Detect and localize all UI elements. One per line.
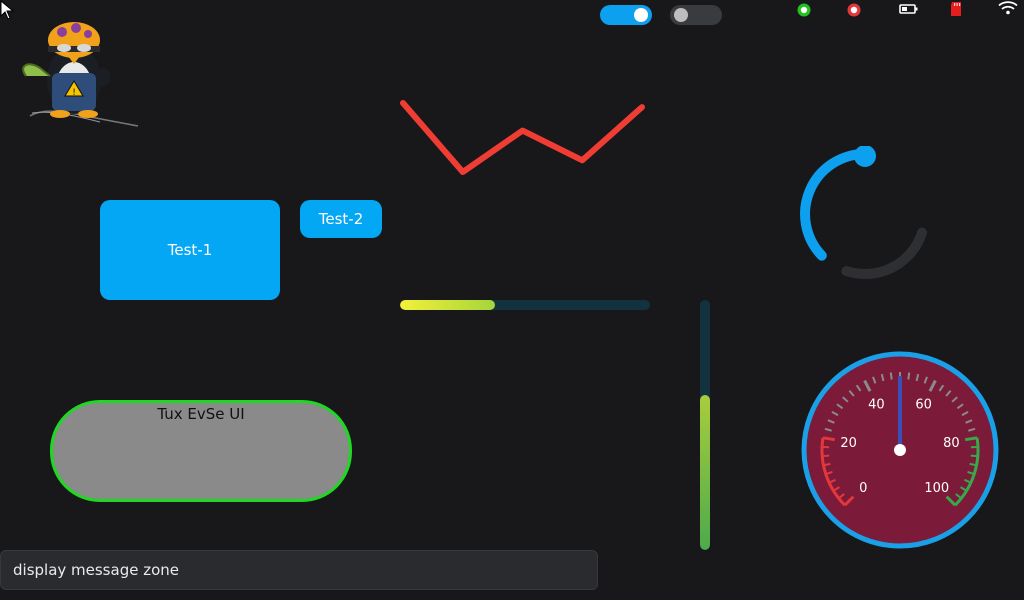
toggle-switch-on[interactable] — [600, 5, 652, 25]
test-2-button[interactable]: Test-2 — [300, 200, 382, 238]
gauge-major-tick — [964, 436, 978, 442]
gauge-tick-label: 0 — [859, 481, 867, 496]
line-chart — [400, 100, 645, 175]
line-series — [400, 100, 645, 175]
gauge-tick-label: 80 — [943, 436, 960, 451]
gauge-minor-tick — [907, 372, 911, 380]
gauge-tick-label: 20 — [840, 436, 857, 451]
gauge-major-tick — [822, 436, 836, 442]
red-led-icon — [847, 3, 861, 17]
message-text: display message zone — [13, 561, 179, 579]
tux-penguin-logo: ! — [22, 22, 139, 127]
arc-progress[interactable] — [797, 146, 933, 282]
speed-gauge: 0 20 40 60 80 100 — [801, 351, 999, 549]
gauge-tick-label: 60 — [915, 398, 932, 413]
toggle-knob — [674, 8, 688, 22]
vertical-progress-bar — [700, 300, 710, 550]
sd-card-icon — [951, 2, 961, 16]
test-1-button[interactable]: Test-1 — [100, 200, 280, 300]
toggle-knob — [634, 8, 648, 22]
battery-icon — [899, 4, 918, 14]
svg-text:!: ! — [72, 88, 76, 98]
wifi-icon — [998, 1, 1018, 15]
gauge-minor-tick — [889, 372, 893, 380]
horizontal-progress-bar — [400, 300, 650, 310]
green-led-icon — [797, 3, 811, 17]
gauge-tick-label: 40 — [868, 398, 885, 413]
test-2-button-label: Test-2 — [318, 210, 364, 228]
arc-knob[interactable] — [854, 146, 876, 167]
gauge-tick-label: 100 — [924, 481, 949, 496]
vertical-progress-fill — [700, 395, 710, 550]
message-zone-textarea[interactable]: display message zone — [0, 550, 598, 590]
gauge-hub — [894, 444, 906, 456]
pill-title: Tux EvSe UI — [157, 405, 245, 423]
horizontal-progress-fill — [400, 300, 495, 310]
toggle-switch-off[interactable] — [670, 5, 722, 25]
title-pill-panel: Tux EvSe UI — [50, 400, 352, 502]
mouse-cursor-icon — [0, 0, 15, 20]
test-1-button-label: Test-1 — [167, 241, 213, 259]
